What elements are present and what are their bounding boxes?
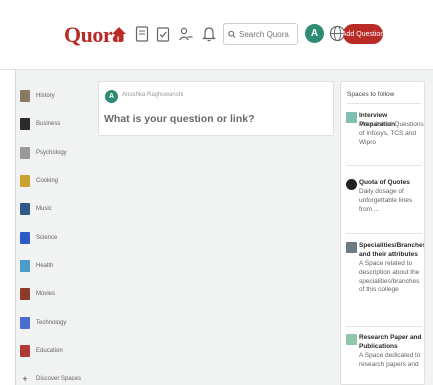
space-item-quota-of-quotes[interactable]: Quota of Quotes Daily dosage of unforget… <box>346 179 424 229</box>
sidebar-item-label: Technology <box>36 319 67 326</box>
discover-spaces-label: Discover Spaces <box>36 376 82 383</box>
sidebar-item-label: Science <box>36 234 58 241</box>
space-item-specialities-branches[interactable]: Specialities/Branches and their attribut… <box>346 242 424 324</box>
add-question-button[interactable]: Add Question <box>342 24 384 44</box>
interview-thumb-icon <box>346 112 357 123</box>
divider <box>346 233 422 234</box>
people-icon[interactable] <box>177 24 195 44</box>
search-input[interactable] <box>239 29 297 39</box>
discover-spaces-link[interactable]: + Discover Spaces <box>20 365 92 385</box>
spaces-title: Spaces to follow <box>347 91 395 98</box>
sidebar-item-label: Psychology <box>36 149 67 156</box>
sidebar-item-business[interactable]: Business <box>20 110 92 138</box>
business-thumb-icon <box>20 118 30 131</box>
sidebar-item-label: Education <box>36 347 63 354</box>
sidebar-item-label: Music <box>36 206 52 213</box>
sidebar-item-science[interactable]: Science <box>20 223 92 251</box>
sidebar-item-label: Business <box>36 121 61 128</box>
sidebar-item-label: History <box>36 93 55 100</box>
ask-user-name: Anushka Raghuwanshi <box>122 92 184 98</box>
search-icon <box>228 30 236 38</box>
space-description: A Space dedicated to research papers and <box>359 352 421 368</box>
sidebar-item-movies[interactable]: Movies <box>20 280 92 308</box>
cooking-thumb-icon <box>20 175 30 188</box>
sidebar-item-music[interactable]: Music <box>20 195 92 223</box>
space-description: Daily dosage of unforgettable lines from… <box>359 188 413 213</box>
music-thumb-icon <box>20 203 30 216</box>
spaces-to-follow-panel: Spaces to follow Interview Preparation M… <box>340 81 425 385</box>
ask-avatar: A <box>105 90 118 103</box>
sidebar-item-technology[interactable]: Technology <box>20 308 92 336</box>
question-prompt[interactable]: What is your question or link? <box>104 113 255 125</box>
quotes-thumb-icon <box>346 179 357 190</box>
space-description: A Space related to description about the… <box>359 260 420 294</box>
space-name[interactable]: Research Paper and Publications <box>359 334 424 352</box>
science-thumb-icon <box>20 231 30 244</box>
sidebar-item-cooking[interactable]: Cooking <box>20 167 92 195</box>
divider <box>347 103 421 104</box>
home-icon[interactable] <box>110 24 128 44</box>
top-navigation-bar: Quora A Add Question <box>0 0 433 70</box>
technology-thumb-icon <box>20 316 30 329</box>
space-item-research-paper[interactable]: Research Paper and Publications A Space … <box>346 334 424 384</box>
bell-icon[interactable] <box>200 24 218 44</box>
sidebar-item-education[interactable]: Education <box>20 337 92 365</box>
ask-question-card[interactable]: A Anushka Raghuwanshi What is your quest… <box>98 81 334 136</box>
space-description: Most Asked Questions of Infosys, TCS and… <box>359 121 424 146</box>
health-thumb-icon <box>20 259 30 272</box>
space-name[interactable]: Quota of Quotes <box>359 179 424 188</box>
search-bar[interactable] <box>223 23 298 45</box>
psychology-thumb-icon <box>20 146 30 159</box>
sidebar-item-label: Health <box>36 262 54 269</box>
history-thumb-icon <box>20 90 30 103</box>
user-avatar[interactable]: A <box>305 24 324 43</box>
sidebar-item-psychology[interactable]: Psychology <box>20 139 92 167</box>
movies-thumb-icon <box>20 288 30 301</box>
tasks-icon[interactable] <box>154 24 172 44</box>
divider <box>346 165 422 166</box>
sidebar-item-label: Movies <box>36 291 56 298</box>
space-item-interview-preparation[interactable]: Interview Preparation Most Asked Questio… <box>346 112 424 167</box>
divider <box>346 326 422 327</box>
answer-icon[interactable] <box>133 24 151 44</box>
specialities-thumb-icon <box>346 242 357 253</box>
space-name[interactable]: Specialities/Branches and their attribut… <box>359 242 424 260</box>
sidebar-item-label: Cooking <box>36 178 59 185</box>
spaces-sidebar: History Business Psychology Cooking Musi… <box>20 82 92 385</box>
sidebar-item-history[interactable]: History <box>20 82 92 110</box>
research-thumb-icon <box>346 334 357 345</box>
plus-icon: + <box>22 374 28 385</box>
education-thumb-icon <box>20 344 30 357</box>
sidebar-item-health[interactable]: Health <box>20 252 92 280</box>
